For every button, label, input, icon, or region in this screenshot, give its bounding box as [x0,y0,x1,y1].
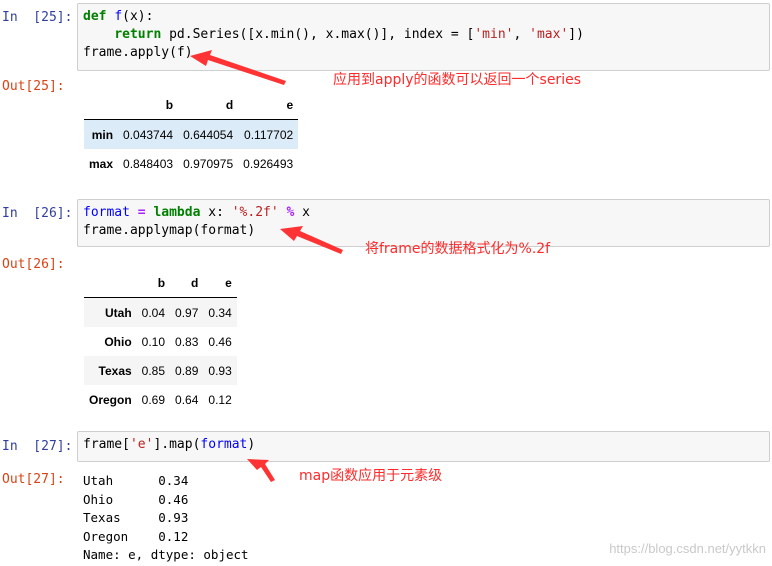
arrow-25 [190,50,286,85]
arrow-26 [280,226,343,254]
annotation-arrows [190,50,343,482]
watermark-text: https://blog.csdn.net/yytkkn [609,541,766,556]
arrow-27 [247,459,275,482]
